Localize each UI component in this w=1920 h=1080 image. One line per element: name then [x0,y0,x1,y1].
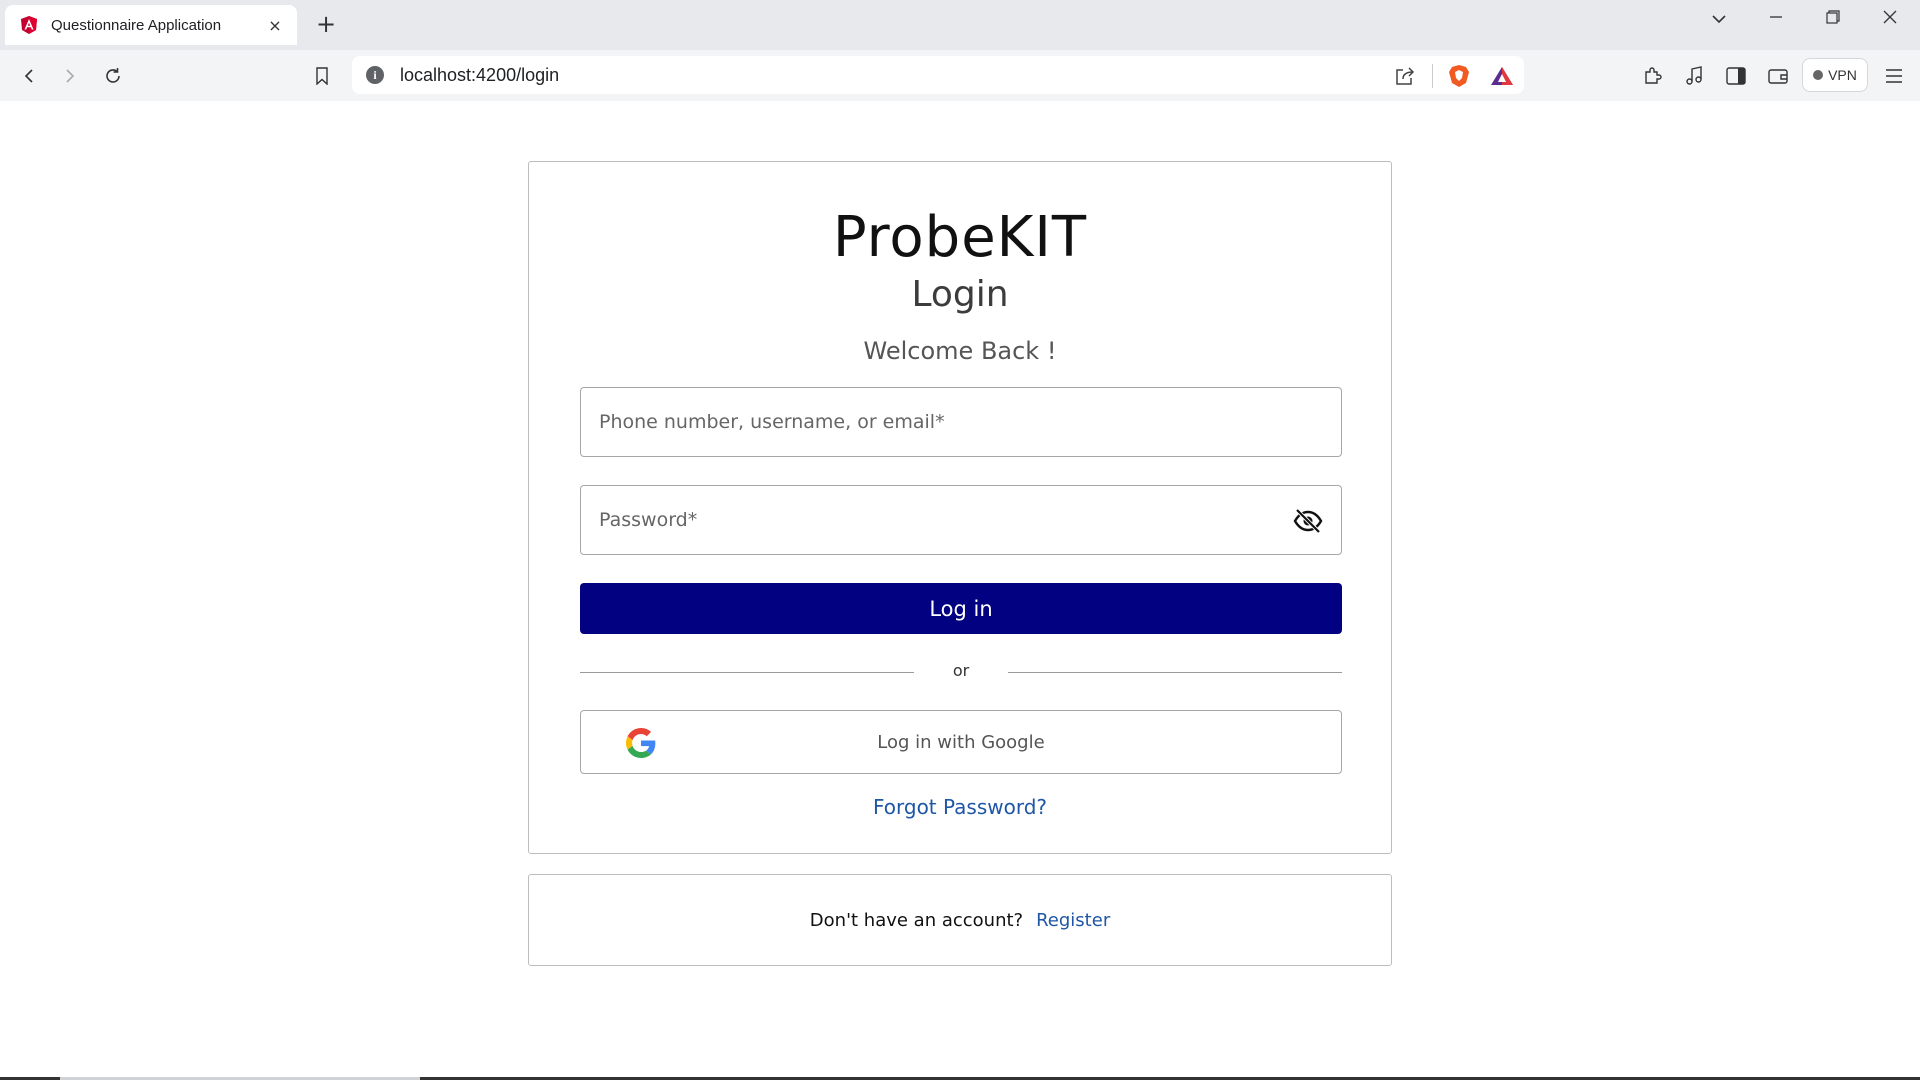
username-field[interactable] [580,387,1342,457]
tab-title: Questionnaire Application [51,16,222,34]
address-bar[interactable]: i localhost:4200/login [352,56,1524,94]
divider-text: or [952,661,970,680]
back-icon[interactable] [15,62,43,90]
forgot-password-link[interactable]: Forgot Password? [529,795,1391,819]
eye-off-icon[interactable] [1293,508,1323,534]
restore-icon[interactable] [1813,6,1853,32]
sidebar-toggle-icon[interactable] [1722,62,1750,90]
extensions-icon[interactable] [1638,62,1666,90]
share-icon[interactable] [1394,65,1416,87]
password-input[interactable] [581,486,1341,554]
password-field[interactable] [580,485,1342,555]
menu-icon[interactable] [1880,62,1908,90]
brave-rewards-icon[interactable] [1490,65,1514,87]
register-card: Don't have an account? Register [528,874,1392,966]
username-input[interactable] [581,388,1341,456]
vpn-status-icon [1813,70,1824,80]
close-tab-icon[interactable]: × [265,16,285,35]
minimize-icon[interactable] [1756,6,1796,32]
vpn-label: VPN [1828,67,1857,83]
login-button[interactable]: Log in [580,583,1342,634]
site-info-icon[interactable]: i [366,66,384,84]
new-tab-icon[interactable]: + [312,10,340,38]
reload-icon[interactable] [99,62,127,90]
welcome-text: Welcome Back ! [863,337,1057,365]
brand-title: ProbeKIT [832,205,1088,270]
browser-toolbar: i localhost:4200/login VPN [0,50,1920,101]
browser-tab[interactable]: Questionnaire Application × [5,5,297,45]
angular-icon [21,16,37,34]
divider-line-right [1008,672,1342,673]
bookmark-icon[interactable] [308,62,336,90]
address-separator [1432,64,1433,88]
page-title: Login [911,274,1009,315]
brave-shields-icon[interactable] [1448,64,1470,88]
close-window-icon[interactable] [1870,6,1910,32]
login-card: ProbeKIT Login Welcome Back ! Log in or … [528,161,1392,854]
forward-icon[interactable] [56,62,84,90]
browser-tab-strip: Questionnaire Application × + [0,0,1920,50]
register-link[interactable]: Register [1036,910,1110,931]
media-icon[interactable] [1680,62,1708,90]
no-account-text: Don't have an account? [809,909,1024,931]
or-divider: or [580,661,1342,685]
vpn-button[interactable]: VPN [1802,58,1868,92]
address-url[interactable]: localhost:4200/login [400,65,559,86]
google-login-label: Log in with Google [877,731,1045,753]
google-login-button[interactable]: Log in with Google [580,710,1342,774]
tab-search-chevron-icon[interactable] [1699,6,1739,32]
wallet-icon[interactable] [1764,62,1792,90]
